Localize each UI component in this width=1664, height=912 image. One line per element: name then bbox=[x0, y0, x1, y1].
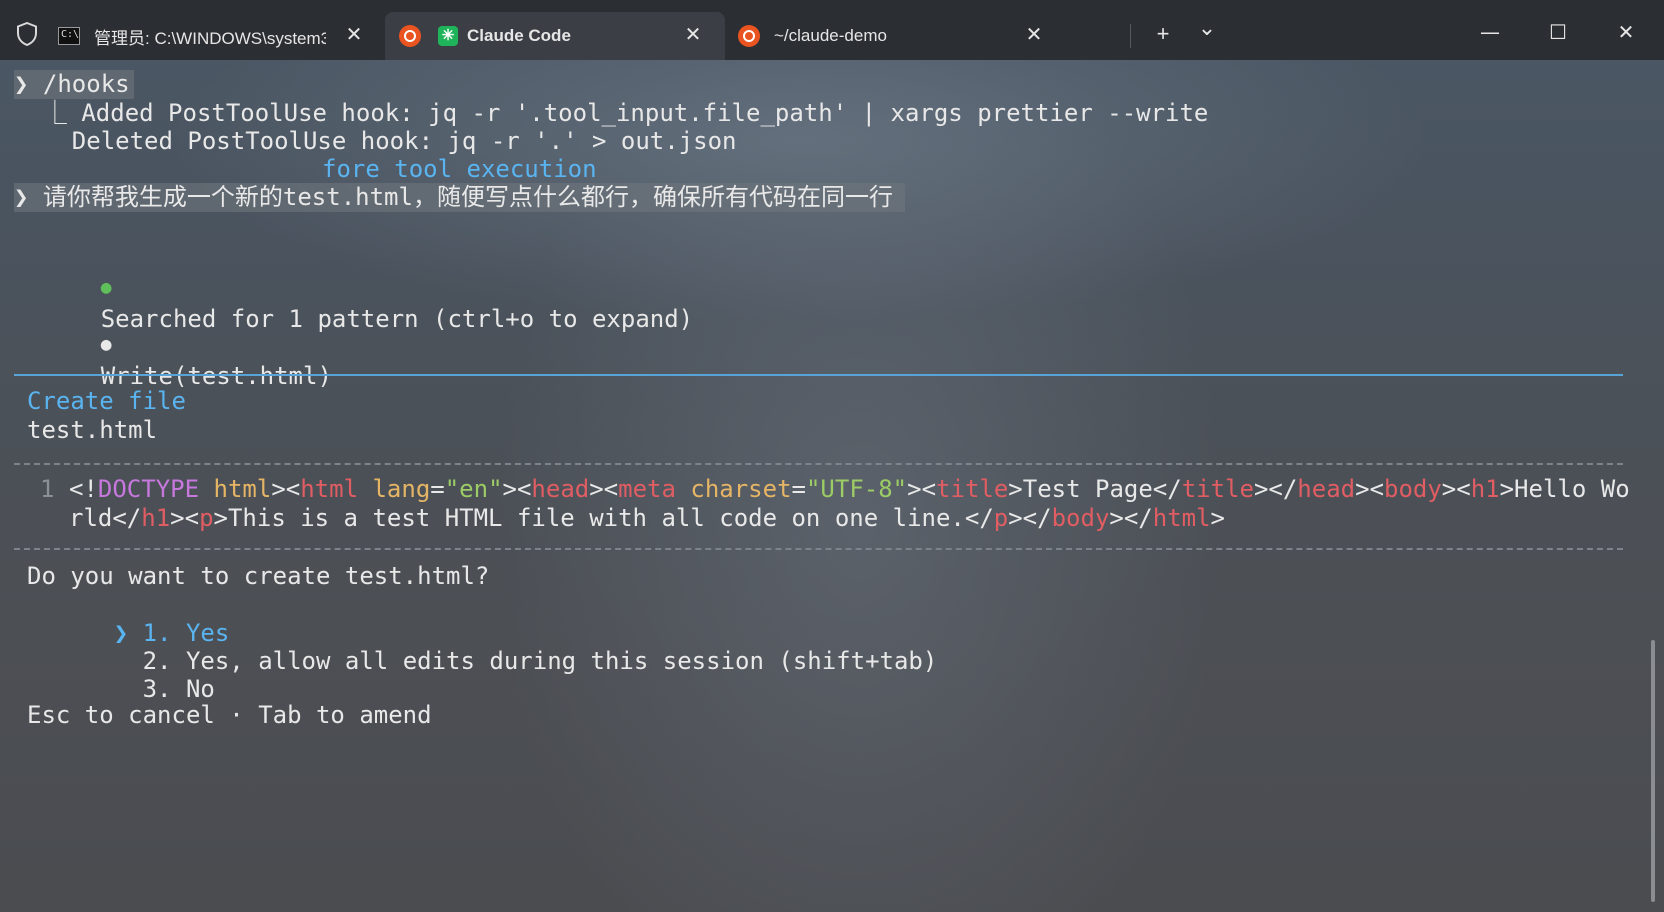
code-token: p bbox=[993, 504, 1009, 532]
terminal-output[interactable]: ❯ /hooks ⎿ Added PostToolUse hook: jq -r… bbox=[0, 60, 1650, 912]
code-token: "en" bbox=[444, 475, 503, 503]
code-token: ></ bbox=[1253, 475, 1298, 503]
close-icon[interactable]: ✕ bbox=[344, 24, 364, 46]
code-token: title bbox=[1181, 475, 1254, 503]
dialog-footer-hint: Esc to cancel · Tab to amend bbox=[27, 701, 432, 729]
create-filename: test.html bbox=[27, 416, 158, 444]
close-window-button[interactable]: ✕ bbox=[1604, 16, 1648, 48]
code-token: >< bbox=[502, 475, 532, 503]
confirm-question: Do you want to create test.html? bbox=[27, 562, 490, 590]
terminal-window: C:\ 管理员: C:\WINDOWS\system3 ✕ ✳ Claude C… bbox=[0, 0, 1664, 912]
hook-added-line: ⎿ Added PostToolUse hook: jq -r '.tool_i… bbox=[14, 99, 1209, 127]
scrollbar[interactable] bbox=[1651, 640, 1655, 902]
ubuntu-icon bbox=[399, 25, 421, 47]
code-token: head bbox=[531, 475, 590, 503]
close-icon[interactable]: ✕ bbox=[683, 24, 703, 46]
maximize-button[interactable]: ☐ bbox=[1536, 16, 1580, 48]
code-bottom-divider bbox=[14, 548, 1623, 550]
tab-claude-code[interactable]: ✳ Claude Code ✕ bbox=[385, 12, 725, 60]
tab-cmd[interactable]: C:\ 管理员: C:\WINDOWS\system3 ✕ bbox=[57, 12, 384, 60]
claude-code-icon: ✳ bbox=[437, 25, 459, 47]
shield-icon[interactable] bbox=[16, 22, 38, 46]
hook-deleted-line: Deleted PostToolUse hook: jq -r '.' > ou… bbox=[14, 127, 737, 155]
tab-label: 管理员: C:\WINDOWS\system3 bbox=[94, 28, 326, 48]
code-token: title bbox=[936, 475, 1009, 503]
tab-label: ~/claude-demo bbox=[774, 26, 887, 45]
option-indent bbox=[114, 675, 143, 703]
code-token: >This is a test HTML file with all code … bbox=[213, 504, 994, 532]
dialog-top-border bbox=[14, 374, 1623, 376]
option-label: 2. Yes, allow all edits during this sess… bbox=[142, 647, 938, 675]
code-token: > bbox=[1210, 504, 1225, 532]
close-icon[interactable]: ✕ bbox=[1024, 24, 1044, 46]
minimize-button[interactable]: — bbox=[1468, 16, 1512, 48]
code-token: h1 bbox=[141, 504, 171, 532]
code-token: lang bbox=[372, 475, 431, 503]
code-token: >Test Page</ bbox=[1008, 475, 1182, 503]
write-bullet-icon: ● bbox=[100, 334, 112, 355]
tab-divider bbox=[1130, 24, 1131, 48]
hook-partial-text: fore tool execution bbox=[322, 155, 597, 183]
code-token: body bbox=[1051, 504, 1110, 532]
user-prompt: ❯ 请你帮我生成一个新的test.html，随便写点什么都行，确保所有代码在同一… bbox=[14, 183, 905, 212]
code-token: p bbox=[199, 504, 214, 532]
code-token: >< bbox=[1355, 475, 1384, 503]
code-token: >< bbox=[170, 504, 200, 532]
code-token: body bbox=[1384, 475, 1442, 503]
code-token: ></ bbox=[1109, 504, 1153, 532]
code-token: charset bbox=[690, 475, 792, 503]
code-token: >< bbox=[271, 475, 301, 503]
code-token: >Hello Wo bbox=[1499, 475, 1630, 503]
code-token: html bbox=[300, 475, 359, 503]
code-token: DOCTYPE bbox=[97, 475, 200, 503]
code-token: ></ bbox=[1008, 504, 1052, 532]
hooks-command: ❯ /hooks bbox=[14, 70, 134, 99]
code-token: h1 bbox=[1470, 475, 1500, 503]
code-token: meta bbox=[618, 475, 676, 503]
option-label: 3. No bbox=[142, 675, 215, 703]
tab-label: Claude Code bbox=[467, 26, 571, 45]
code-token: <! bbox=[69, 475, 98, 503]
ubuntu-icon bbox=[738, 25, 760, 47]
tab-dropdown-button[interactable]: ⌄ bbox=[1193, 14, 1221, 42]
code-token: rld</ bbox=[69, 504, 142, 532]
code-token: = bbox=[791, 475, 806, 503]
code-token: html bbox=[213, 475, 272, 503]
code-top-divider bbox=[14, 463, 1623, 465]
cmd-icon: C:\ bbox=[57, 25, 81, 47]
code-token: "UTF-8" bbox=[805, 475, 908, 503]
new-tab-button[interactable]: + bbox=[1149, 20, 1177, 48]
code-token: head bbox=[1297, 475, 1356, 503]
code-token: >< bbox=[1441, 475, 1471, 503]
code-token: >< bbox=[907, 475, 937, 503]
code-line-number: 1 bbox=[40, 475, 55, 503]
code-line-1: <!DOCTYPE html><html lang="en"><head><me… bbox=[69, 475, 1630, 504]
tab-claude-demo[interactable]: ~/claude-demo ✕ bbox=[726, 12, 1066, 60]
write-text: Write(test.html) bbox=[100, 362, 332, 390]
create-file-title: Create file bbox=[27, 387, 186, 415]
code-token: >< bbox=[589, 475, 619, 503]
code-token: = bbox=[430, 475, 445, 503]
tab-bar: C:\ 管理员: C:\WINDOWS\system3 ✕ ✳ Claude C… bbox=[0, 0, 1664, 60]
success-bullet-icon: ● bbox=[100, 277, 112, 298]
code-line-1-wrapped: rld</h1><p>This is a test HTML file with… bbox=[69, 504, 1225, 533]
code-token: html bbox=[1152, 504, 1211, 532]
